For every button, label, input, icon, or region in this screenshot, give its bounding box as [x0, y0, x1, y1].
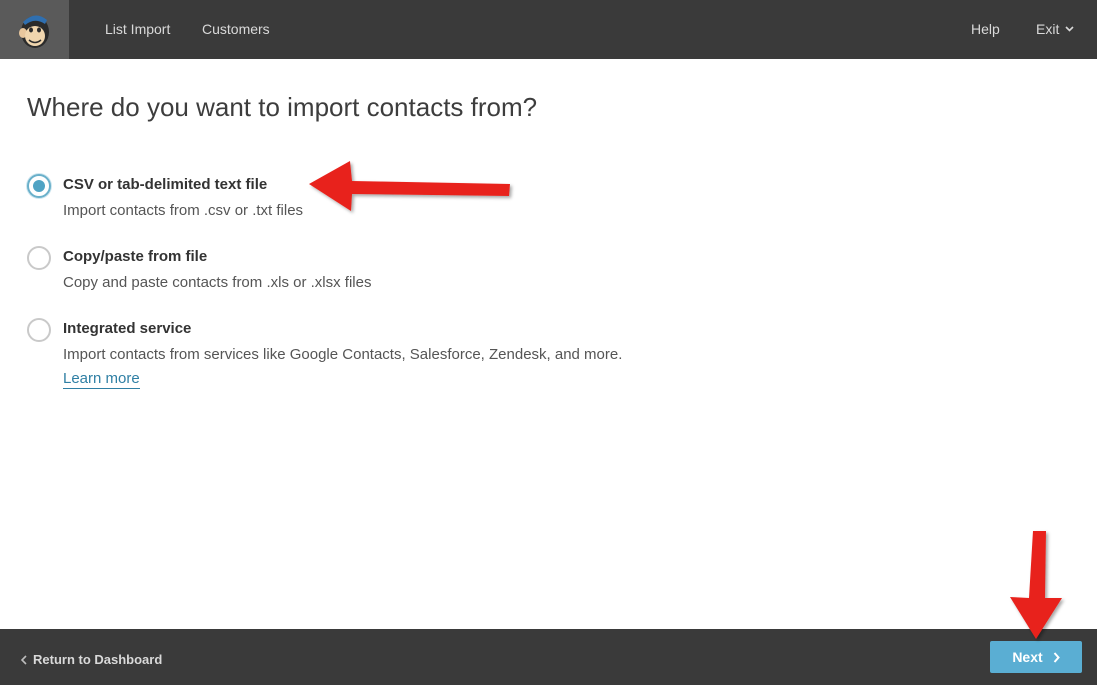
- return-to-dashboard-link[interactable]: Return to Dashboard: [21, 652, 162, 667]
- option-description: Import contacts from .csv or .txt files: [63, 202, 304, 219]
- arrow-pointing-left-icon: [309, 161, 510, 211]
- option-title: CSV or tab-delimited text file: [63, 176, 268, 193]
- option-description: Copy and paste contacts from .xls or .xl…: [63, 274, 372, 291]
- footer-bar: Return to Dashboard Next: [0, 629, 1097, 685]
- radio-csv[interactable]: [27, 174, 51, 198]
- chevron-left-icon: [21, 654, 27, 665]
- next-button[interactable]: Next: [990, 641, 1082, 673]
- nav-exit-label: Exit: [1036, 21, 1060, 37]
- top-navigation-bar: List Import Customers Help Exit: [0, 0, 1097, 59]
- option-description: Import contacts from services like Googl…: [63, 346, 623, 363]
- arrow-pointing-down-icon: [1010, 531, 1062, 639]
- nav-exit-menu[interactable]: Exit: [1036, 21, 1074, 37]
- return-label: Return to Dashboard: [33, 652, 163, 667]
- next-label: Next: [1012, 649, 1043, 665]
- learn-more-link[interactable]: Learn more: [63, 370, 140, 389]
- nav-customers[interactable]: Customers: [202, 21, 270, 37]
- page-title: Where do you want to import contacts fro…: [27, 92, 538, 122]
- radio-integrated-service[interactable]: [27, 318, 51, 342]
- option-title: Copy/paste from file: [63, 248, 208, 265]
- nav-list-import[interactable]: List Import: [105, 21, 170, 37]
- chimp-logo-icon: [18, 14, 49, 48]
- option-title: Integrated service: [63, 320, 192, 337]
- nav-help[interactable]: Help: [971, 21, 1000, 37]
- radio-copy-paste[interactable]: [27, 246, 51, 270]
- chevron-right-icon: [1053, 651, 1060, 663]
- home-logo[interactable]: [0, 0, 69, 59]
- chevron-down-icon: [1065, 26, 1074, 32]
